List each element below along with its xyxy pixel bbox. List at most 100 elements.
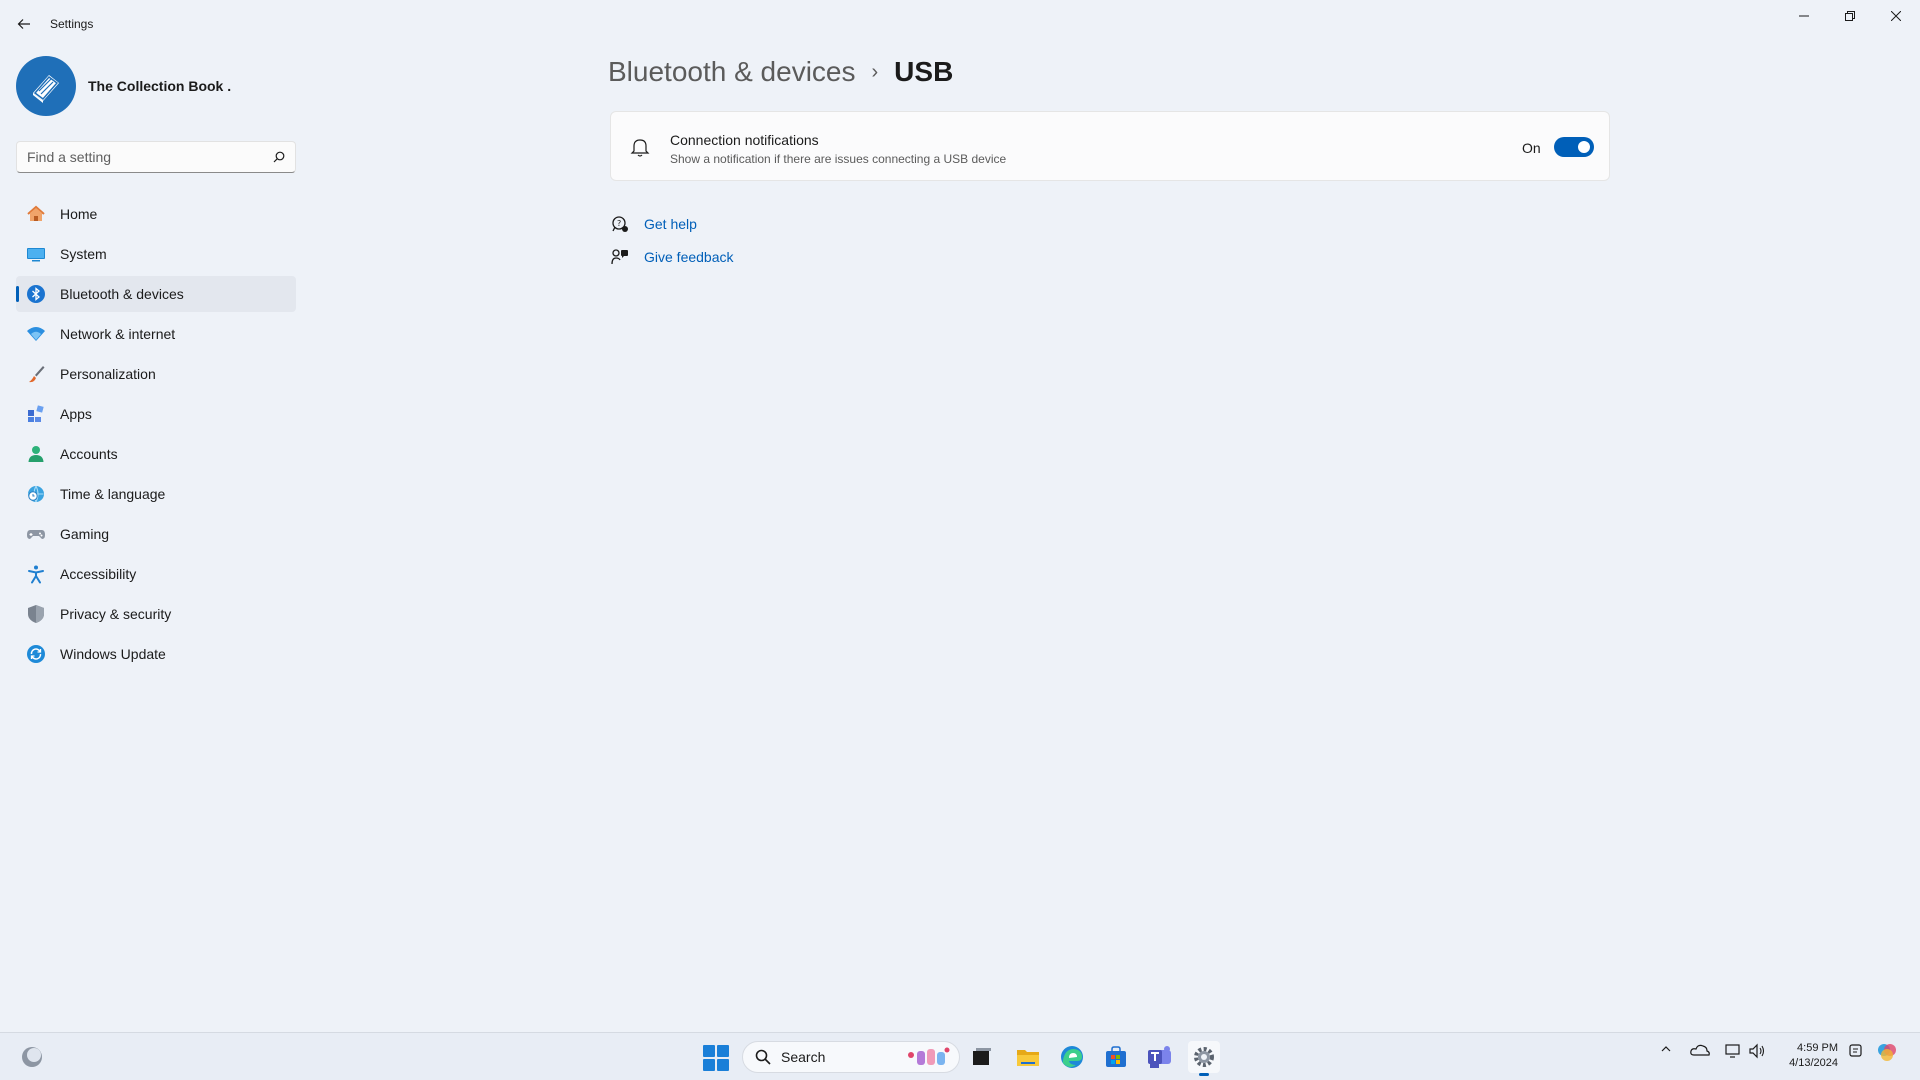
settings-search[interactable] — [16, 141, 296, 173]
sidebar-item-time-language[interactable]: Time & language — [16, 476, 296, 512]
start-button[interactable] — [703, 1045, 729, 1071]
setting-description: Show a notification if there are issues … — [670, 152, 1007, 166]
teams-button[interactable] — [1144, 1041, 1176, 1073]
onedrive-icon[interactable] — [1690, 1043, 1710, 1060]
chevron-right-icon: › — [871, 60, 879, 83]
sidebar-item-label: Apps — [60, 406, 92, 422]
sidebar-item-label: Personalization — [60, 366, 156, 382]
sidebar-item-apps[interactable]: Apps — [16, 396, 296, 432]
breadcrumb: Bluetooth & devices › USB — [608, 56, 953, 88]
back-button[interactable] — [10, 10, 38, 38]
file-explorer-button[interactable] — [1012, 1041, 1044, 1073]
task-view-icon — [973, 1048, 991, 1065]
toggle-knob — [1578, 141, 1590, 153]
taskbar-search[interactable]: Search — [742, 1041, 960, 1073]
profile-name: The Collection Book . — [88, 78, 232, 94]
sidebar-item-personalization[interactable]: Personalization — [16, 356, 296, 392]
close-button[interactable] — [1873, 0, 1919, 32]
connection-notifications-card: Connection notifications Show a notifica… — [610, 111, 1610, 181]
avatar — [16, 56, 76, 116]
page-title: USB — [894, 56, 954, 87]
sidebar-item-gaming[interactable]: Gaming — [16, 516, 296, 552]
sidebar-nav: Home System Bluetooth & devices Network … — [16, 196, 296, 676]
help-chat-icon: ? — [610, 214, 630, 234]
sidebar-item-label: System — [60, 246, 107, 262]
accessibility-icon — [26, 564, 46, 584]
notifications-icon[interactable] — [1848, 1043, 1866, 1062]
connection-notifications-toggle[interactable] — [1554, 137, 1594, 157]
title-bar: Settings — [0, 0, 1920, 48]
search-icon — [755, 1049, 771, 1065]
sidebar-item-home[interactable]: Home — [16, 196, 296, 232]
sidebar-item-accounts[interactable]: Accounts — [16, 436, 296, 472]
system-clock[interactable]: 4:59 PM 4/13/2024 — [1770, 1041, 1838, 1071]
windows-logo-icon — [703, 1045, 715, 1057]
globe-clock-icon — [26, 484, 46, 504]
sidebar-item-label: Bluetooth & devices — [60, 286, 184, 302]
volume-icon[interactable] — [1748, 1043, 1766, 1062]
apps-icon — [26, 404, 46, 424]
taskbar-search-label: Search — [781, 1049, 826, 1065]
sidebar-item-label: Time & language — [60, 486, 166, 502]
sidebar-item-label: Accessibility — [60, 566, 137, 582]
sidebar-item-system[interactable]: System — [16, 236, 296, 272]
close-icon — [1891, 11, 1901, 21]
sidebar-item-label: Windows Update — [60, 646, 166, 662]
restore-icon — [1845, 11, 1855, 21]
taskbar: Search 4:59 PM 4/13/2024 — [0, 1032, 1920, 1080]
clock-date: 4/13/2024 — [1789, 1057, 1838, 1069]
book-icon — [33, 75, 59, 103]
task-view-button[interactable] — [966, 1041, 998, 1073]
edge-browser-button[interactable] — [1056, 1041, 1088, 1073]
sidebar-item-label: Gaming — [60, 526, 110, 542]
teams-icon — [1148, 1046, 1171, 1068]
search-input[interactable] — [27, 149, 273, 165]
sidebar-item-accessibility[interactable]: Accessibility — [16, 556, 296, 592]
shield-icon — [26, 604, 46, 624]
bell-icon — [630, 139, 650, 157]
sidebar-item-privacy-security[interactable]: Privacy & security — [16, 596, 296, 632]
chevron-up-icon[interactable] — [1660, 1043, 1672, 1058]
network-tray-icon[interactable] — [1724, 1043, 1742, 1062]
brush-icon — [26, 364, 46, 384]
give-feedback-label: Give feedback — [644, 249, 734, 265]
store-button[interactable] — [1100, 1041, 1132, 1073]
settings-app-button[interactable] — [1188, 1041, 1220, 1076]
app-title: Settings — [50, 17, 94, 31]
svg-text:?: ? — [617, 219, 621, 228]
copilot-icon[interactable] — [1876, 1041, 1898, 1066]
bluetooth-icon — [26, 284, 46, 304]
folder-icon — [1017, 1050, 1039, 1066]
clock-time: 4:59 PM — [1797, 1042, 1838, 1054]
sidebar-item-bluetooth-devices[interactable]: Bluetooth & devices — [16, 276, 296, 312]
home-icon — [26, 204, 46, 224]
widgets-icon — [22, 1047, 42, 1067]
person-icon — [26, 444, 46, 464]
profile[interactable]: The Collection Book . — [16, 56, 231, 116]
sidebar-item-label: Privacy & security — [60, 606, 172, 622]
back-arrow-icon — [17, 19, 30, 29]
controller-icon — [26, 524, 46, 544]
edge-icon — [1061, 1046, 1083, 1068]
sidebar-item-windows-update[interactable]: Windows Update — [16, 636, 296, 672]
gear-icon — [1194, 1047, 1214, 1067]
update-icon — [26, 644, 46, 664]
toggle-state-label: On — [1522, 140, 1541, 156]
sidebar-item-label: Home — [60, 206, 98, 222]
give-feedback-link[interactable]: Give feedback — [610, 247, 734, 267]
store-icon — [1106, 1046, 1126, 1067]
minimize-icon — [1799, 15, 1809, 17]
search-highlight-icon — [908, 1047, 950, 1065]
breadcrumb-parent[interactable]: Bluetooth & devices — [608, 56, 856, 88]
sidebar-item-label: Accounts — [60, 446, 118, 462]
restore-button[interactable] — [1827, 0, 1873, 32]
sidebar-item-label: Network & internet — [60, 326, 176, 342]
system-icon — [26, 244, 46, 264]
setting-title: Connection notifications — [670, 132, 819, 148]
widgets-button[interactable] — [20, 1045, 44, 1069]
get-help-link[interactable]: ? Get help — [610, 214, 697, 234]
wifi-icon — [26, 324, 46, 344]
feedback-icon — [610, 247, 630, 267]
minimize-button[interactable] — [1781, 0, 1827, 32]
sidebar-item-network-internet[interactable]: Network & internet — [16, 316, 296, 352]
